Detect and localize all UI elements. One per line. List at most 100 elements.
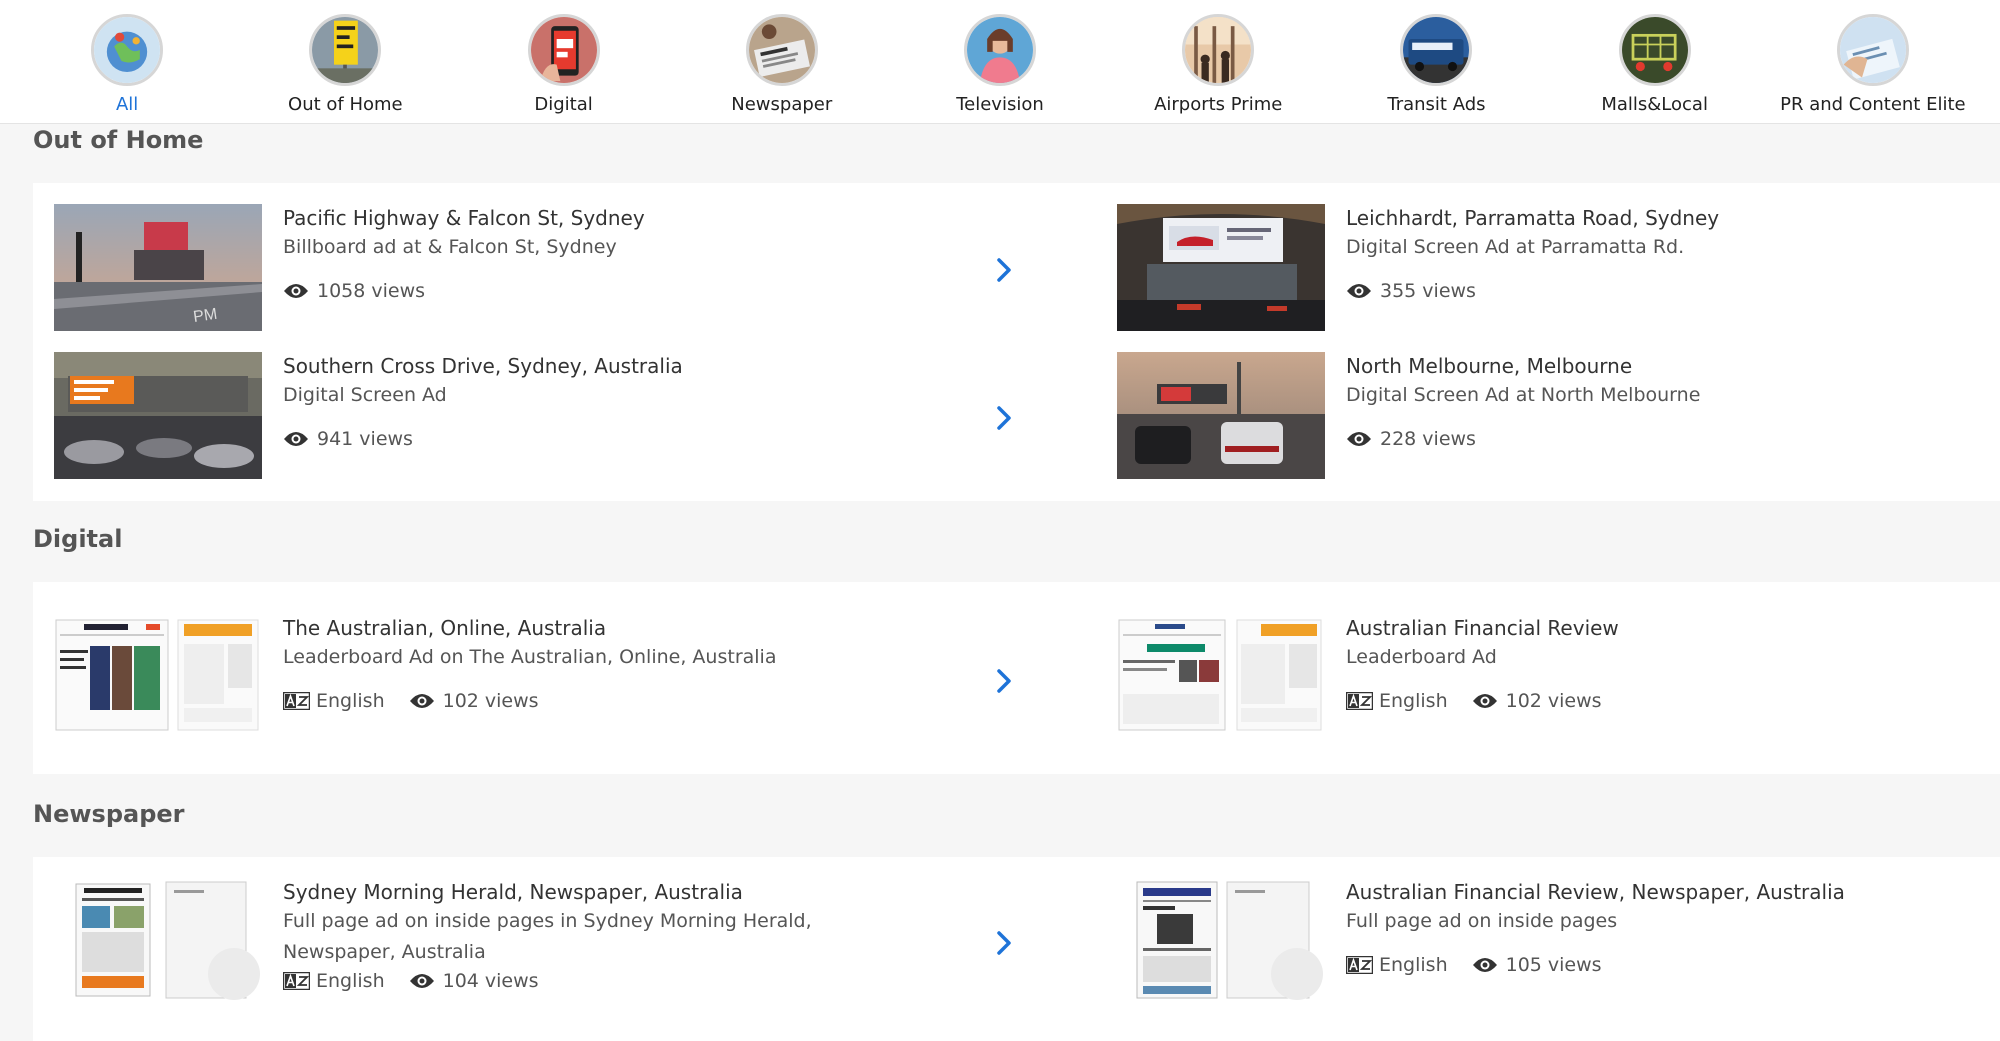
- category-transit-ads[interactable]: Transit Ads: [1329, 0, 1544, 123]
- view-count: 228 views: [1380, 428, 1476, 450]
- view-count: 355 views: [1380, 280, 1476, 302]
- view-count: 1058 views: [317, 280, 426, 302]
- listing-title: Australian Financial Review: [1346, 616, 1619, 640]
- category-all[interactable]: All: [20, 0, 235, 123]
- view-count: 102 views: [442, 690, 539, 712]
- listing-info: North Melbourne, Melbourne Digital Scree…: [1346, 352, 1700, 479]
- listing-card[interactable]: The Australian, Online, Australia Leader…: [54, 614, 776, 741]
- pr-icon: [1836, 14, 1909, 86]
- listing-card[interactable]: PM Pacific Highway & Falcon St, Sydney B…: [54, 204, 645, 331]
- listing-card[interactable]: North Melbourne, Melbourne Digital Scree…: [1117, 352, 1700, 479]
- listing-subtitle: Leaderboard Ad: [1346, 646, 1497, 668]
- listing-title: North Melbourne, Melbourne: [1346, 354, 1633, 378]
- translate-icon: [283, 972, 310, 990]
- listing-subtitle: Full page ad on inside pages: [1346, 910, 1618, 932]
- listing-meta: 228 views: [1346, 428, 1700, 450]
- listing-card[interactable]: Australian Financial Review, Newspaper, …: [1117, 878, 1845, 1005]
- language-label: English: [1379, 690, 1448, 712]
- section-panel-out-of-home: PM Pacific Highway & Falcon St, Sydney B…: [33, 183, 2000, 501]
- eye-icon: [1347, 284, 1371, 298]
- listing-meta: 941 views: [283, 428, 683, 450]
- category-digital[interactable]: Digital: [456, 0, 671, 123]
- newspaper-icon: [745, 14, 818, 86]
- listing-subtitle: Billboard ad at & Falcon St, Sydney: [283, 236, 617, 258]
- section-title-digital: Digital: [33, 525, 123, 553]
- listing-subtitle: Digital Screen Ad at Parramatta Rd.: [1346, 236, 1685, 258]
- listing-title: Southern Cross Drive, Sydney, Australia: [283, 354, 683, 378]
- listing-info: Pacific Highway & Falcon St, Sydney Bill…: [283, 204, 645, 331]
- listing-thumbnail: [1117, 878, 1325, 1005]
- eye-icon: [409, 694, 434, 708]
- category-label: All: [115, 94, 139, 115]
- listing-thumbnail: [1117, 204, 1325, 331]
- category-pr-content-elite[interactable]: PR and Content Elite: [1765, 0, 1980, 123]
- listing-meta: English 104 views: [283, 970, 883, 992]
- language-label: English: [316, 970, 385, 992]
- view-count: 941 views: [317, 428, 413, 450]
- listing-title: Sydney Morning Herald, Newspaper, Austra…: [283, 880, 743, 904]
- section-panel-digital: The Australian, Online, Australia Leader…: [33, 582, 2000, 774]
- view-count: 104 views: [442, 970, 539, 992]
- translate-icon: [1346, 692, 1373, 710]
- language-label: English: [1379, 954, 1448, 976]
- category-label: Digital: [534, 94, 593, 115]
- section-panel-newspaper: Sydney Morning Herald, Newspaper, Austra…: [33, 857, 2000, 1041]
- category-television[interactable]: Television: [892, 0, 1107, 123]
- chevron-right-icon[interactable]: [995, 257, 1013, 283]
- category-airports-prime[interactable]: Airports Prime: [1111, 0, 1326, 123]
- listing-card[interactable]: Southern Cross Drive, Sydney, Australia …: [54, 352, 683, 479]
- phone-icon: [527, 14, 600, 86]
- section-title-newspaper: Newspaper: [33, 800, 185, 828]
- listing-thumbnail: [54, 878, 262, 1005]
- listing-subtitle: Full page ad on inside pages in Sydney M…: [283, 910, 812, 963]
- category-newspaper[interactable]: Newspaper: [674, 0, 889, 123]
- chevron-right-icon[interactable]: [995, 930, 1013, 956]
- listing-info: Southern Cross Drive, Sydney, Australia …: [283, 352, 683, 479]
- category-malls-local[interactable]: Malls&Local: [1547, 0, 1762, 123]
- category-out-of-home[interactable]: Out of Home: [238, 0, 453, 123]
- airport-icon: [1182, 14, 1255, 86]
- language-label: English: [316, 690, 385, 712]
- listing-thumbnail: [54, 352, 262, 479]
- listing-info: Australian Financial Review, Newspaper, …: [1346, 878, 1845, 1005]
- eye-icon: [284, 432, 308, 446]
- shopping-cart-icon: [1618, 14, 1691, 86]
- category-label: Television: [956, 94, 1044, 115]
- listing-card[interactable]: Sydney Morning Herald, Newspaper, Austra…: [54, 878, 883, 1005]
- television-icon: [963, 14, 1036, 86]
- listing-card[interactable]: Leichhardt, Parramatta Road, Sydney Digi…: [1117, 204, 1719, 331]
- listing-meta: English 102 views: [1346, 690, 1619, 712]
- listing-card[interactable]: Australian Financial Review Leaderboard …: [1117, 614, 1619, 741]
- category-label: Newspaper: [731, 94, 833, 115]
- listing-info: Leichhardt, Parramatta Road, Sydney Digi…: [1346, 204, 1719, 331]
- eye-icon: [1472, 958, 1497, 972]
- svg-text:PM: PM: [192, 306, 218, 326]
- eye-icon: [1472, 694, 1497, 708]
- eye-icon: [284, 284, 308, 298]
- chevron-right-icon[interactable]: [995, 668, 1013, 694]
- category-label: Transit Ads: [1387, 94, 1486, 115]
- category-nav: All Out of Home Digital Newspaper Televi…: [0, 0, 2000, 124]
- listing-thumbnail: [1117, 614, 1325, 741]
- listing-meta: 1058 views: [283, 280, 645, 302]
- translate-icon: [1346, 956, 1373, 974]
- listing-meta: 355 views: [1346, 280, 1719, 302]
- listing-subtitle: Digital Screen Ad: [283, 384, 447, 406]
- bus-icon: [1400, 14, 1473, 86]
- listing-thumbnail: PM: [54, 204, 262, 331]
- listing-title: Leichhardt, Parramatta Road, Sydney: [1346, 206, 1720, 230]
- translate-icon: [283, 692, 310, 710]
- view-count: 102 views: [1505, 690, 1602, 712]
- listing-info: Australian Financial Review Leaderboard …: [1346, 614, 1619, 741]
- billboard-icon: [309, 14, 382, 86]
- section-title-out-of-home: Out of Home: [33, 126, 204, 154]
- eye-icon: [1347, 432, 1371, 446]
- eye-icon: [409, 974, 434, 988]
- category-label: Malls&Local: [1601, 94, 1708, 115]
- listing-meta: English 105 views: [1346, 954, 1845, 976]
- listing-title: The Australian, Online, Australia: [283, 616, 607, 640]
- listing-meta: English 102 views: [283, 690, 776, 712]
- chevron-right-icon[interactable]: [995, 405, 1013, 431]
- listing-title: Australian Financial Review, Newspaper, …: [1346, 880, 1845, 904]
- listing-thumbnail: [54, 614, 262, 741]
